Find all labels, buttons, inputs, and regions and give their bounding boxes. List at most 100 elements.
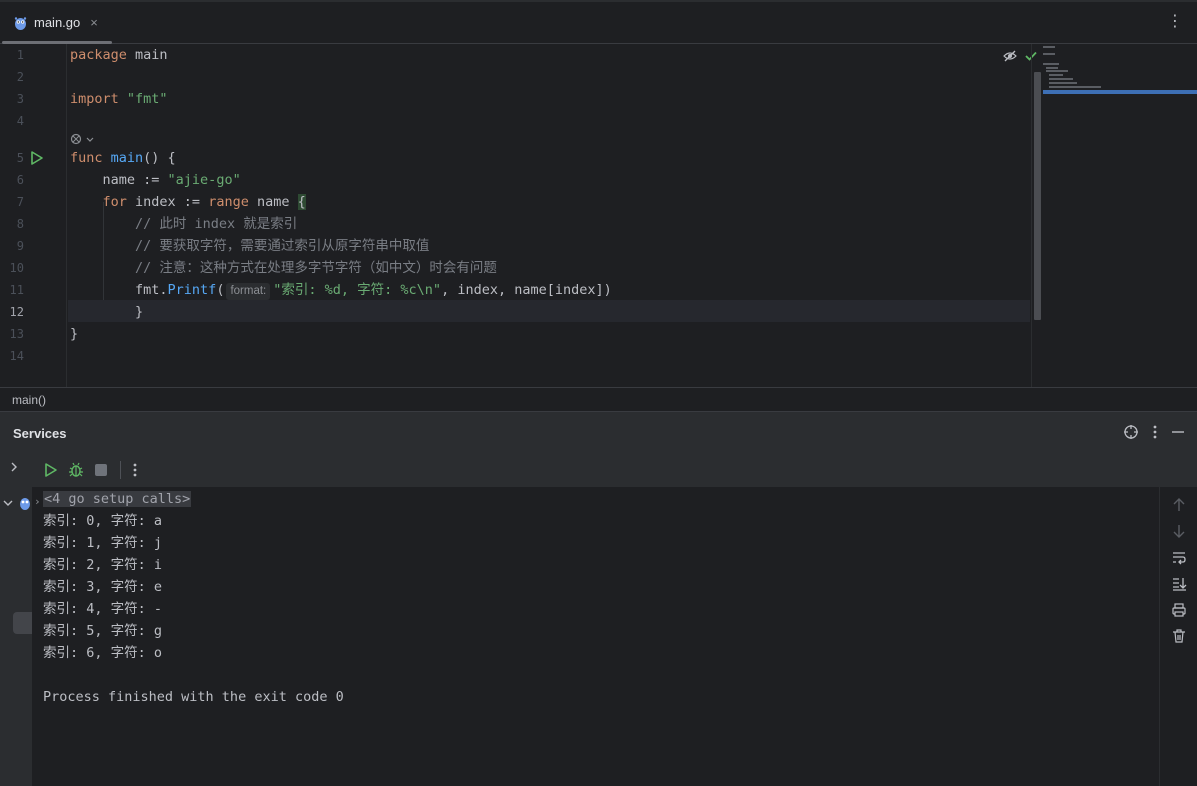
tab-label: main.go xyxy=(34,15,81,30)
minimap-line xyxy=(1043,63,1059,65)
console-output[interactable]: › <4 go setup calls> 索引: 0, 字符: a 索引: 1,… xyxy=(32,487,1159,786)
minimap[interactable] xyxy=(1043,44,1197,104)
eye-crossed-icon[interactable] xyxy=(1003,50,1017,62)
line-number: 5 xyxy=(16,151,24,165)
process-finished-line: Process finished with the exit code 0 xyxy=(43,689,344,705)
code-line-5: func main() { xyxy=(70,147,176,169)
console-line: 索引: 3, 字符: e xyxy=(43,579,163,595)
line-number: 4 xyxy=(16,114,24,128)
console-line: <4 go setup calls> xyxy=(43,488,192,510)
tab-close-icon[interactable]: × xyxy=(90,15,98,30)
services-title: Services xyxy=(13,426,67,441)
go-gopher-icon xyxy=(14,16,27,30)
editor-scrollbar[interactable] xyxy=(1031,44,1043,387)
scroll-to-end-icon[interactable] xyxy=(1171,576,1187,592)
keyword: func xyxy=(70,150,103,166)
target-icon[interactable] xyxy=(1123,424,1139,440)
tab-main-go[interactable]: main.go × xyxy=(0,2,112,44)
identifier: name := xyxy=(70,172,168,188)
line-number: 11 xyxy=(9,283,24,297)
line-number: 6 xyxy=(16,173,24,187)
console-line: 索引: 2, 字符: i xyxy=(43,557,163,573)
tab-menu-icon[interactable]: ⋮ xyxy=(1167,14,1183,30)
identifier: index := xyxy=(126,194,209,210)
identifier: main xyxy=(126,47,168,63)
toolbar-separator xyxy=(120,461,121,479)
code-line-3: import "fmt" xyxy=(70,88,168,110)
console-line: 索引: 5, 字符: g xyxy=(43,623,163,639)
arrow-down-icon[interactable] xyxy=(1171,523,1187,539)
code-editor[interactable]: 1 2 3 4 5 6 7 8 9 10 11 12 13 14 package… xyxy=(0,44,1197,387)
keyword: for xyxy=(70,194,127,210)
console-line: 索引: 0, 字符: a xyxy=(43,513,163,529)
fold-chevron-icon[interactable]: › xyxy=(34,495,41,508)
more-options-icon[interactable] xyxy=(133,463,137,477)
services-header: Services xyxy=(0,411,1197,453)
scrollbar-thumb[interactable] xyxy=(1034,72,1041,320)
line-number: 14 xyxy=(9,349,24,363)
setup-calls-fold[interactable]: <4 go setup calls> xyxy=(43,491,192,507)
editor-tab-bar: main.go × ⋮ xyxy=(0,2,1197,44)
code-comment: // 要获取字符，需要通过索引从原字符串中取值 xyxy=(70,238,430,254)
line-number: 7 xyxy=(16,195,24,209)
minimap-line xyxy=(1049,74,1063,76)
keyword: package xyxy=(70,47,127,63)
identifier: fmt. xyxy=(70,282,168,298)
stop-icon[interactable] xyxy=(94,463,108,477)
run-icon[interactable] xyxy=(44,462,58,478)
line-gutter: 1 2 3 4 5 6 7 8 9 10 11 12 13 14 xyxy=(0,44,67,387)
minimap-line xyxy=(1049,82,1077,84)
minimap-line xyxy=(1046,70,1068,72)
keyword: range xyxy=(208,194,249,210)
parameter-hint: format: xyxy=(226,283,271,300)
punctuation: () { xyxy=(143,150,176,166)
console-side-toolbar xyxy=(1159,487,1197,786)
identifier: name xyxy=(248,194,298,210)
trash-icon[interactable] xyxy=(1171,628,1187,644)
line-number: 13 xyxy=(9,327,24,341)
closing-brace: } xyxy=(70,304,144,320)
chevron-right-icon[interactable] xyxy=(9,461,19,473)
console-line: 索引: 6, 字符: o xyxy=(43,645,163,661)
minimap-line xyxy=(1049,78,1073,80)
code-vision-icon[interactable] xyxy=(70,132,96,146)
line-number: 1 xyxy=(16,48,24,62)
line-number: 3 xyxy=(16,92,24,106)
code-line-12: } xyxy=(70,301,143,323)
more-options-icon[interactable] xyxy=(1153,425,1157,439)
services-body: › <4 go setup calls> 索引: 0, 字符: a 索引: 1,… xyxy=(0,453,1197,786)
line-number: 8 xyxy=(16,217,24,231)
function-name: main xyxy=(102,150,144,166)
code-line-6: name := "ajie-go" xyxy=(70,169,241,191)
line-number: 10 xyxy=(9,261,24,275)
go-gopher-icon xyxy=(20,498,30,510)
breadcrumb-bar: main() xyxy=(0,387,1197,411)
tree-selection[interactable] xyxy=(13,612,32,634)
run-gutter-icon[interactable] xyxy=(30,151,44,165)
console-line: 索引: 1, 字符: j xyxy=(43,535,163,551)
minimap-viewport-line xyxy=(1043,90,1197,94)
print-icon[interactable] xyxy=(1171,602,1187,618)
breadcrumb[interactable]: main() xyxy=(12,393,46,407)
minimize-icon[interactable] xyxy=(1171,425,1185,439)
minimap-line xyxy=(1043,46,1055,48)
arrow-up-icon[interactable] xyxy=(1171,497,1187,513)
services-tree[interactable] xyxy=(0,453,32,786)
soft-wrap-icon[interactable] xyxy=(1171,550,1187,566)
code-line-13: } xyxy=(70,326,79,342)
line-number-active: 12 xyxy=(9,305,24,319)
keyword: import xyxy=(70,91,119,107)
code-line-11: fmt.Printf(format: "索引: %d, 字符: %c\n", in… xyxy=(70,279,612,301)
services-actions xyxy=(1123,424,1185,440)
chevron-down-icon[interactable] xyxy=(3,497,13,509)
console-toolbar xyxy=(32,453,1197,487)
string-literal: "ajie-go" xyxy=(167,172,241,188)
line-number: 2 xyxy=(16,70,24,84)
debug-icon[interactable] xyxy=(68,462,84,478)
string-literal: "fmt" xyxy=(118,91,168,107)
arguments: , index, name[index]) xyxy=(441,282,612,298)
minimap-line xyxy=(1043,53,1055,55)
line-number: 9 xyxy=(16,239,24,253)
minimap-line xyxy=(1046,67,1058,69)
code-line-7: for index := range name { xyxy=(70,191,306,213)
